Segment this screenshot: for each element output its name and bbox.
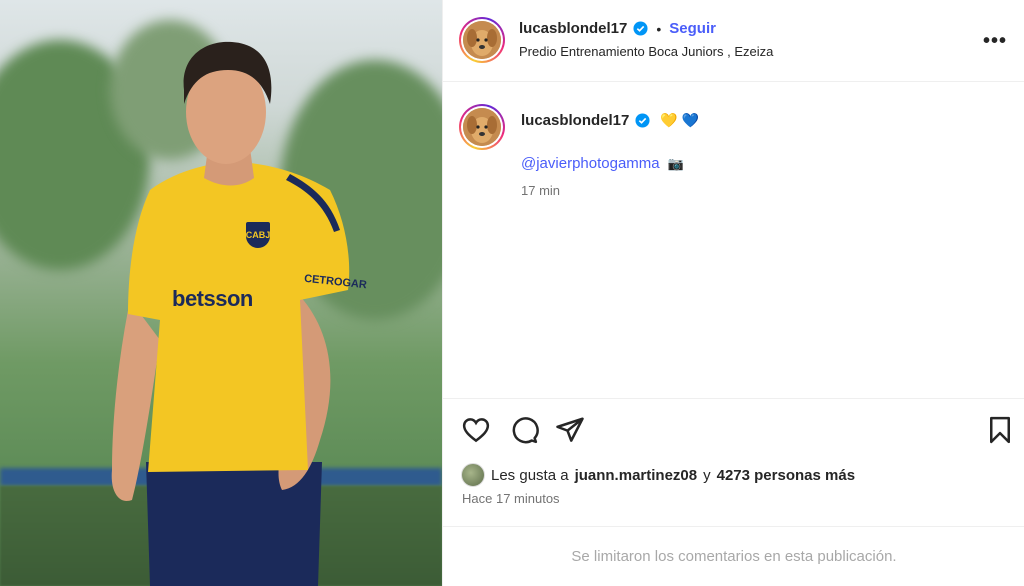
bookmark-icon[interactable] [985,415,1015,445]
camera-emoji: 📷 [667,155,684,171]
comments-limited-notice: Se limitaron los comentarios en esta pub… [443,526,1024,586]
caption-username[interactable]: lucasblondel17 [521,112,629,129]
verified-icon [633,21,648,36]
caption-text: @javierphotogamma 📷 [521,155,684,172]
author-avatar-ring[interactable] [459,17,505,63]
caption-timestamp: 17 min [521,183,561,198]
sponsor-text: betsson [172,286,253,311]
follow-button[interactable]: Seguir [669,20,716,37]
more-icon[interactable]: ••• [983,30,1007,53]
likes-prefix: Les gusta a [491,466,569,484]
likes-connector: y [703,466,711,484]
mention-link[interactable]: @javierphotogamma [521,155,660,172]
author-username[interactable]: lucasblondel17 [519,20,627,37]
author-line: lucasblondel17 • Seguir [519,20,716,37]
verified-icon [635,113,650,128]
caption-avatar-ring[interactable] [459,104,505,150]
liker-avatar[interactable] [461,463,485,487]
separator-dot: • [656,20,662,37]
caption-author-line: lucasblondel17 💛 💙 [521,112,699,129]
heart-icon[interactable] [461,415,491,445]
caption-emojis: 💛 💙 [660,112,700,128]
post-image[interactable]: CABJ betsson CETROGAR [0,0,442,586]
location-link[interactable]: Predio Entrenamiento Boca Juniors , Ezei… [519,44,773,59]
comment-icon[interactable] [509,415,539,445]
post-detail-panel: lucasblondel17 • Seguir Predio Entrenami… [442,0,1024,586]
share-icon[interactable] [555,415,585,445]
avatar[interactable] [463,21,501,59]
post-header: lucasblondel17 • Seguir Predio Entrenami… [443,0,1024,82]
avatar[interactable] [463,108,501,146]
club-crest: CABJ [244,220,272,250]
post-timestamp: Hace 17 minutos [462,491,560,506]
likes-summary: Les gusta a juann.martinez08 y 4273 pers… [461,463,855,487]
liker-username[interactable]: juann.martinez08 [575,467,698,484]
action-bar: Les gusta a juann.martinez08 y 4273 pers… [443,398,1024,526]
likes-count-link[interactable]: 4273 personas más [717,467,855,484]
